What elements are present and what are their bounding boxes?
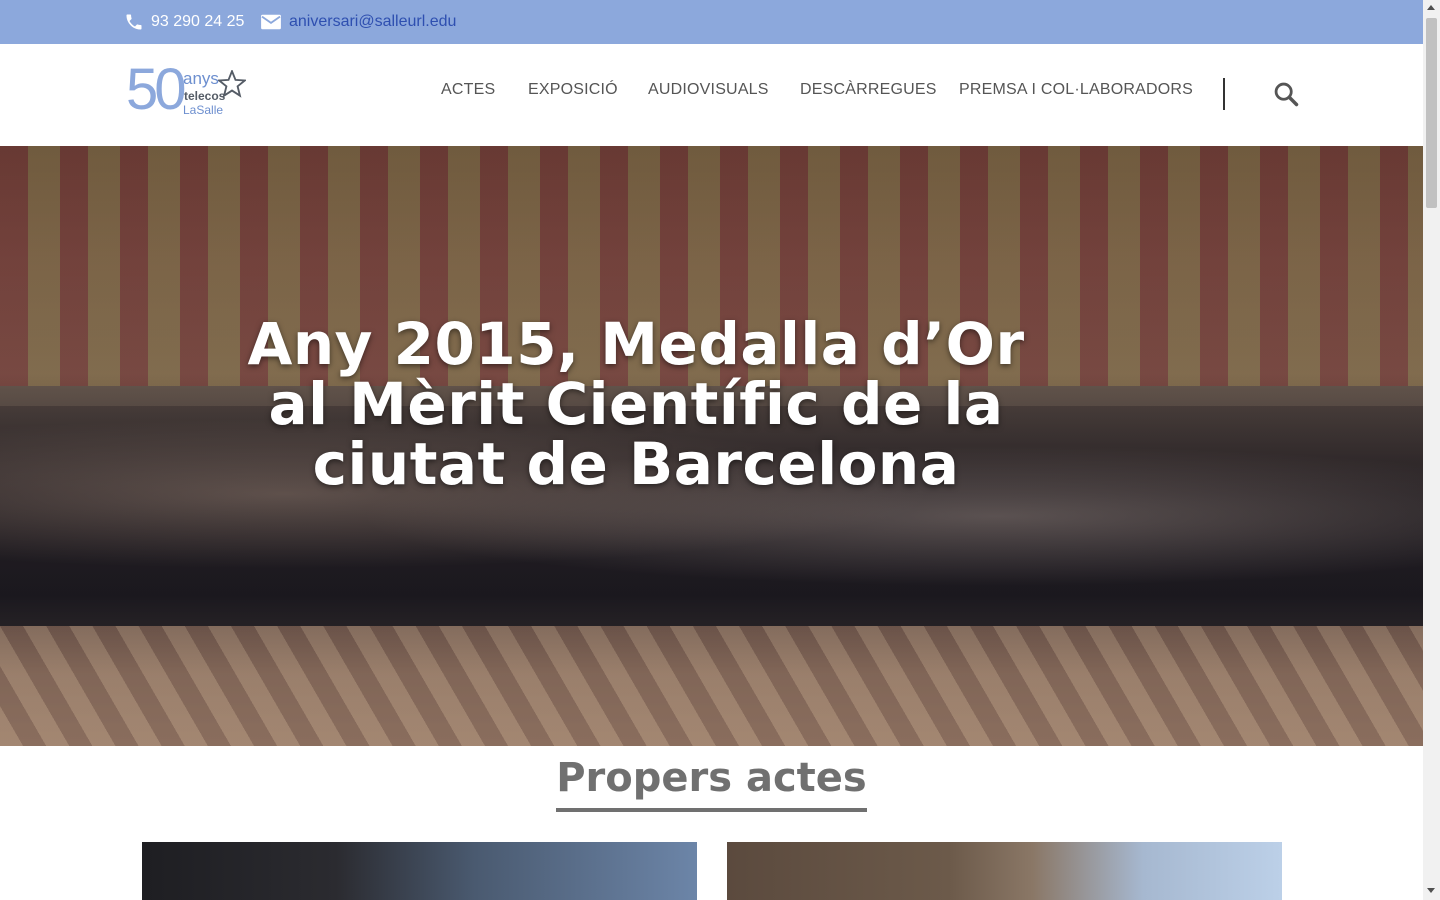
phone-contact[interactable]: 93 290 24 25 — [124, 0, 244, 44]
section-title: Propers actes — [556, 754, 867, 812]
nav-item-premsa[interactable]: PREMSA I COL·LABORADORS — [959, 81, 1193, 99]
event-card-image[interactable] — [727, 842, 1282, 900]
scroll-down-icon[interactable] — [1427, 888, 1435, 893]
site-header: 50 anys telecos LaSalle ACTES EXPOSICIÓ … — [0, 44, 1423, 146]
nav-item-actes[interactable]: ACTES — [441, 81, 495, 99]
logo-number: 50 — [126, 57, 186, 122]
top-contact-bar: 93 290 24 25 aniversari@salleurl.edu — [0, 0, 1423, 44]
nav-item-exposicio[interactable]: EXPOSICIÓ — [528, 81, 618, 99]
nav-item-descarregues[interactable]: DESCÀRREGUES — [800, 81, 937, 99]
phone-number: 93 290 24 25 — [151, 13, 245, 30]
hero-title: Any 2015, Medalla d’Or al Mèrit Científi… — [247, 310, 1025, 498]
search-icon — [1274, 82, 1299, 107]
hero-banner: Any 2015, Medalla d’Or al Mèrit Científi… — [0, 146, 1423, 746]
phone-icon — [126, 14, 142, 30]
event-card-image[interactable] — [142, 842, 697, 900]
page-scrollbar[interactable] — [1423, 0, 1440, 900]
logo-anys: anys — [183, 69, 219, 88]
email-contact[interactable]: aniversari@salleurl.edu — [260, 0, 456, 44]
nav-divider — [1223, 78, 1225, 110]
nav-item-audiovisuals[interactable]: AUDIOVISUALS — [648, 81, 769, 99]
scroll-up-icon[interactable] — [1427, 5, 1435, 10]
mail-icon — [261, 14, 281, 30]
upcoming-events-header: Propers actes — [0, 754, 1423, 812]
scrollbar-thumb[interactable] — [1426, 18, 1437, 208]
email-link[interactable]: aniversari@salleurl.edu — [289, 13, 456, 31]
hero-background-floor — [0, 626, 1423, 746]
search-button[interactable] — [1272, 80, 1300, 108]
site-logo[interactable]: 50 anys telecos LaSalle — [126, 60, 248, 126]
star-icon — [218, 70, 246, 98]
logo-lasalle: LaSalle — [183, 103, 224, 117]
